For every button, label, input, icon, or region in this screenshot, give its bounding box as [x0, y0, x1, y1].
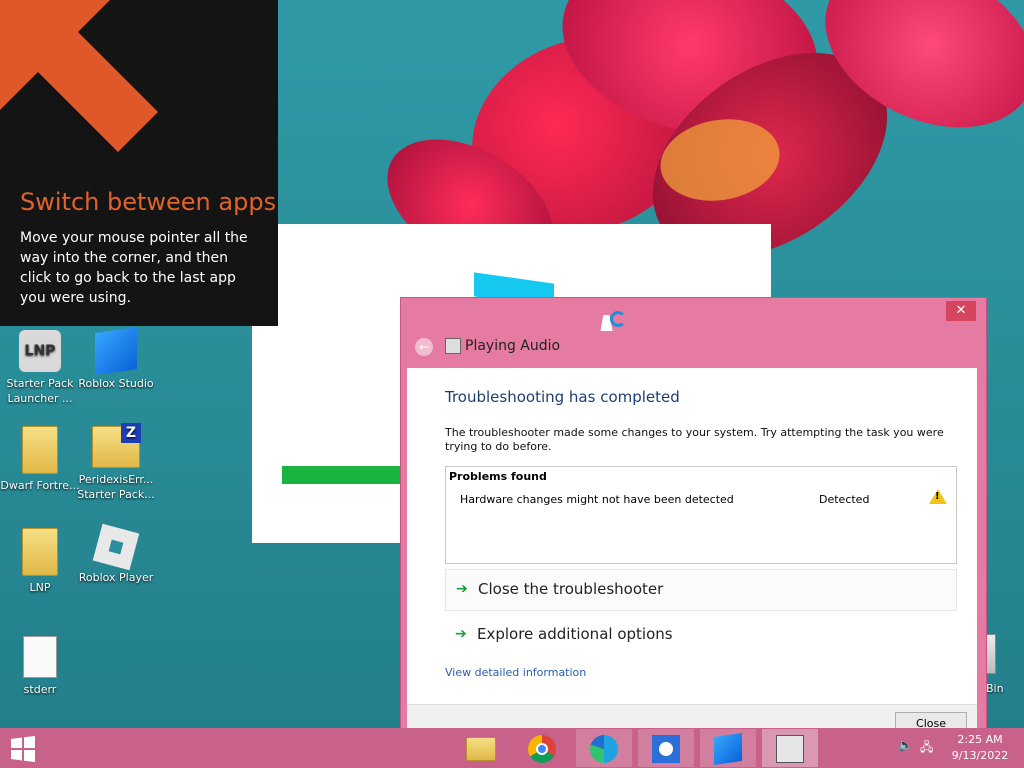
brightness-icon: [652, 735, 680, 763]
folder-icon: [22, 528, 58, 576]
tip-body: Move your mouse pointer all the way into…: [20, 230, 248, 306]
lnp-launcher-icon: LNP: [19, 330, 61, 372]
text-file-icon: [23, 636, 57, 678]
arrow-up-left-icon: [0, 0, 158, 152]
icon-label: stderr: [23, 683, 57, 696]
completion-heading: Troubleshooting has completed: [445, 388, 680, 406]
problems-header: Problems found: [449, 470, 547, 483]
folder-icon: [22, 426, 58, 474]
roblox-player-icon: [92, 523, 140, 571]
clock-date: 9/13/2022: [951, 749, 1009, 762]
option-label: Close the troubleshooter: [478, 580, 664, 598]
taskbar-chrome[interactable]: [514, 729, 570, 767]
problem-status: Detected: [819, 493, 870, 506]
close-window-button[interactable]: ✕: [946, 301, 976, 321]
problems-list: Problems found Hardware changes might no…: [445, 466, 957, 564]
taskbar-brightness[interactable]: [638, 729, 694, 767]
roblox-studio-icon: [714, 733, 742, 765]
switch-apps-tip[interactable]: Switch between apps Move your mouse poin…: [0, 0, 278, 326]
taskbar-clock[interactable]: 2:25 AM 9/13/2022: [940, 732, 1020, 764]
busy-indicator-icon: [610, 311, 626, 327]
zip-folder-icon: Z: [92, 423, 141, 468]
zip-badge-icon: Z: [121, 423, 141, 443]
explore-options-option[interactable]: ➔ Explore additional options: [445, 615, 955, 655]
progress-bar: [282, 466, 400, 484]
chrome-icon: [528, 735, 556, 763]
volume-muted-icon[interactable]: 🔈: [898, 738, 913, 752]
option-label: Explore additional options: [477, 625, 673, 643]
file-explorer-icon: [466, 737, 496, 761]
audio-troubleshooter-icon: [776, 735, 804, 763]
icon-label: Dwarf Fortre...: [0, 479, 80, 492]
desktop-icon-peridexis[interactable]: Z PeridexisErr... Starter Pack...: [76, 423, 156, 502]
desktop-icon-roblox-studio[interactable]: Roblox Studio: [76, 327, 156, 391]
taskbar-file-explorer[interactable]: [452, 729, 508, 767]
desktop-icon-starter-pack-launcher[interactable]: LNP Starter Pack Launcher ...: [0, 330, 80, 406]
taskbar-audio-troubleshooter[interactable]: [762, 729, 818, 767]
icon-label: Starter Pack Launcher ...: [6, 377, 74, 405]
taskbar: 🔈 🖧 2:25 AM 9/13/2022: [0, 728, 1024, 768]
green-arrow-icon: ➔: [456, 581, 468, 597]
back-arrow-icon[interactable]: ←: [415, 338, 433, 356]
tip-title: Switch between apps: [20, 188, 277, 216]
audio-troubleshooter-icon: [445, 338, 461, 354]
dialog-title: Playing Audio: [465, 338, 561, 354]
desktop-icon-lnp[interactable]: LNP: [0, 528, 80, 595]
icon-label: Bin: [986, 682, 1004, 695]
roblox-studio-icon: [95, 327, 137, 375]
icon-label: Roblox Player: [78, 571, 154, 584]
icon-label: PeridexisErr... Starter Pack...: [77, 473, 155, 501]
icon-label: Roblox Studio: [78, 377, 154, 390]
taskbar-roblox-studio[interactable]: [700, 729, 756, 767]
network-icon[interactable]: 🖧: [920, 738, 933, 759]
desktop-icon-stderr[interactable]: stderr: [0, 636, 80, 697]
dialog-content: Troubleshooting has completed The troubl…: [407, 368, 977, 704]
problem-text: Hardware changes might not have been det…: [460, 493, 734, 506]
icon-label: LNP: [29, 581, 51, 594]
completion-description: The troubleshooter made some changes to …: [445, 426, 944, 453]
close-troubleshooter-option[interactable]: ➔ Close the troubleshooter: [445, 569, 957, 611]
start-button[interactable]: [10, 736, 36, 762]
clock-time: 2:25 AM: [957, 733, 1003, 746]
taskbar-edge[interactable]: [576, 729, 632, 767]
edge-icon: [590, 735, 618, 763]
troubleshooter-dialog: ✕ ← Playing Audio Troubleshooting has co…: [400, 297, 987, 752]
green-arrow-icon: ➔: [455, 626, 467, 642]
warning-icon: !: [929, 489, 947, 504]
desktop-icon-dwarf-fortress[interactable]: Dwarf Fortre...: [0, 426, 80, 493]
view-detailed-information-link[interactable]: View detailed information: [445, 666, 586, 679]
desktop-icon-roblox-player[interactable]: Roblox Player: [76, 523, 156, 585]
